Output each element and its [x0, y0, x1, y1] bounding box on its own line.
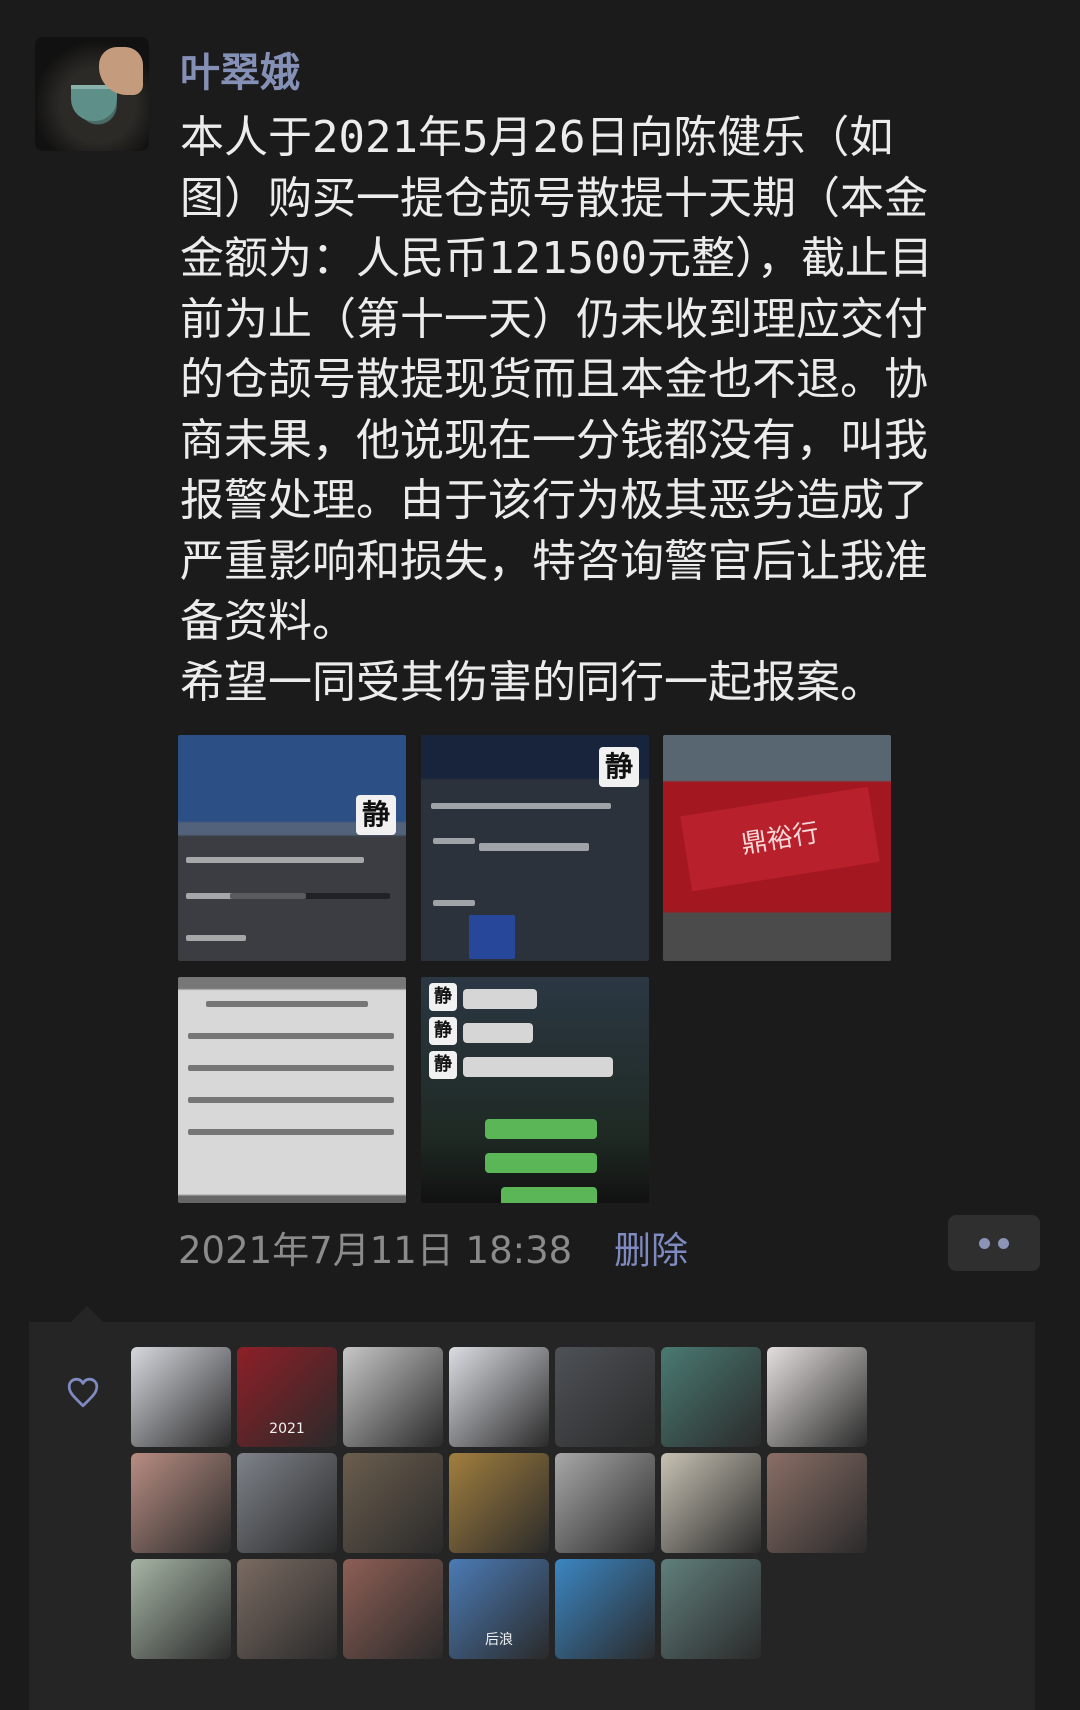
liker-avatar[interactable] — [131, 1347, 231, 1447]
photo-3[interactable]: 鼎裕行 — [663, 735, 891, 961]
liker-avatar[interactable]: 后浪 — [449, 1559, 549, 1659]
liker-avatar[interactable] — [343, 1347, 443, 1447]
text-line — [186, 935, 246, 941]
chat-bubble — [501, 1187, 597, 1203]
post-timestamp: 2021年7月11日 18:38 — [178, 1229, 573, 1272]
liker-avatar[interactable] — [661, 1347, 761, 1447]
chat-bubble — [463, 989, 537, 1009]
photo-5[interactable]: 静 静 静 — [421, 977, 649, 1203]
author-avatar[interactable] — [35, 37, 149, 151]
document-line — [188, 1129, 394, 1135]
text-line — [186, 857, 364, 863]
document-line — [188, 1065, 394, 1071]
liker-label: 后浪 — [485, 1632, 513, 1648]
liker-avatar[interactable]: 2021 — [237, 1347, 337, 1447]
chat-bubble — [463, 1057, 613, 1077]
likes-section: 2021 后浪 — [29, 1306, 1035, 1710]
image-thumbnail — [469, 915, 515, 959]
more-button[interactable] — [948, 1215, 1040, 1271]
profile-badge-icon: 静 — [429, 1051, 457, 1079]
liker-avatar[interactable] — [767, 1453, 867, 1553]
liker-avatar[interactable] — [555, 1559, 655, 1659]
text-line — [433, 838, 475, 844]
text-line — [479, 843, 589, 851]
document-line — [188, 1033, 394, 1039]
text-line — [230, 893, 390, 899]
photo-grid: 静 静 鼎裕行 静 静 静 — [178, 735, 898, 1205]
liker-avatar[interactable] — [555, 1347, 655, 1447]
delete-button[interactable]: 删除 — [614, 1220, 688, 1274]
liker-avatar[interactable] — [343, 1559, 443, 1659]
liker-avatar[interactable] — [343, 1453, 443, 1553]
chat-bubble — [463, 1023, 533, 1043]
profile-badge-icon: 静 — [429, 1017, 457, 1045]
photo-2[interactable]: 静 — [421, 735, 649, 961]
profile-badge-icon: 静 — [599, 747, 639, 787]
chat-bubble — [485, 1153, 597, 1173]
liker-avatar[interactable] — [237, 1559, 337, 1659]
liker-avatar[interactable] — [449, 1453, 549, 1553]
author-name[interactable]: 叶翠娥 — [180, 40, 300, 98]
photo-4[interactable] — [178, 977, 406, 1203]
liker-avatar[interactable] — [131, 1453, 231, 1553]
profile-badge-icon: 静 — [356, 795, 396, 835]
document-line — [188, 1097, 394, 1103]
liker-avatar[interactable] — [661, 1559, 761, 1659]
more-icon — [998, 1237, 1009, 1249]
shop-sign: 鼎裕行 — [680, 786, 880, 892]
heart-icon — [67, 1377, 99, 1408]
liker-label: 2021 — [269, 1421, 305, 1437]
text-line — [431, 803, 611, 809]
photo-1[interactable]: 静 — [178, 735, 406, 961]
liker-avatar[interactable] — [555, 1453, 655, 1553]
liker-avatar[interactable] — [131, 1559, 231, 1659]
liker-avatar[interactable] — [449, 1347, 549, 1447]
liker-avatar[interactable] — [767, 1347, 867, 1447]
text-line — [433, 900, 475, 906]
document-line — [206, 1001, 368, 1007]
profile-badge-icon: 静 — [429, 983, 457, 1011]
liker-avatar[interactable] — [237, 1453, 337, 1553]
chat-bubble — [485, 1119, 597, 1139]
post-content: 本人于2021年5月26日向陈健乐（如 图）购买一提仓颉号散提十天期（本金 金额… — [180, 112, 933, 708]
more-icon — [979, 1237, 990, 1249]
tea-cup-decoration — [71, 85, 117, 121]
liker-avatar[interactable] — [661, 1453, 761, 1553]
